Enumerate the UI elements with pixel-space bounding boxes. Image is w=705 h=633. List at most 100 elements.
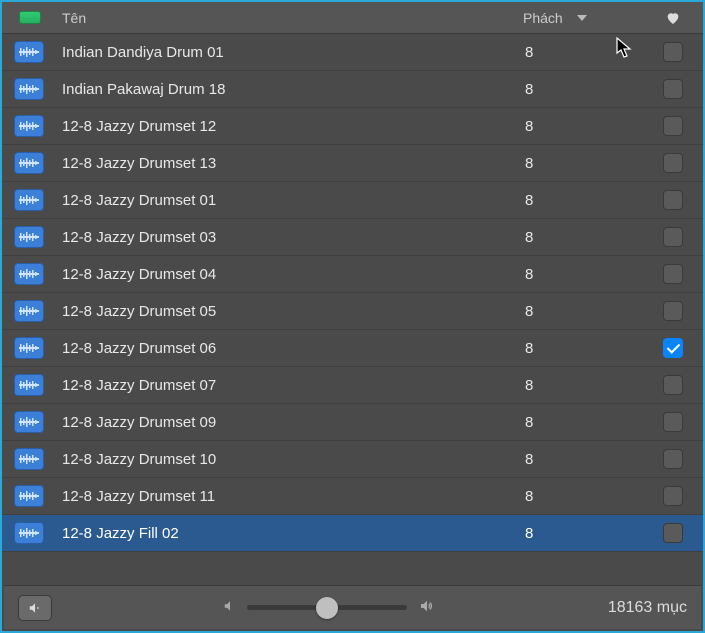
loop-name: 12-8 Jazzy Fill 02 [58, 525, 523, 542]
loop-name: 12-8 Jazzy Drumset 07 [58, 377, 523, 394]
loop-beats: 8 [523, 488, 643, 505]
loop-beats: 8 [523, 155, 643, 172]
volume-control [64, 598, 596, 618]
table-row[interactable]: 12-8 Jazzy Drumset 108 [2, 441, 703, 478]
favorite-checkbox[interactable] [663, 301, 683, 321]
favorite-cell[interactable] [643, 338, 703, 358]
favorite-cell[interactable] [643, 227, 703, 247]
loop-name: 12-8 Jazzy Drumset 03 [58, 229, 523, 246]
favorite-checkbox[interactable] [663, 412, 683, 432]
loop-name: 12-8 Jazzy Drumset 09 [58, 414, 523, 431]
speaker-large-icon [417, 598, 437, 618]
audio-loop-icon [14, 226, 44, 248]
loop-type-cell [2, 115, 58, 137]
preview-button[interactable] [18, 595, 52, 621]
favorite-checkbox[interactable] [663, 227, 683, 247]
table-row[interactable]: 12-8 Jazzy Drumset 068 [2, 330, 703, 367]
volume-slider[interactable] [247, 605, 407, 610]
loop-beats: 8 [523, 414, 643, 431]
view-indicator[interactable] [2, 11, 58, 24]
favorite-cell[interactable] [643, 523, 703, 543]
favorite-cell[interactable] [643, 42, 703, 62]
table-row[interactable]: 12-8 Jazzy Drumset 098 [2, 404, 703, 441]
favorite-checkbox[interactable] [663, 190, 683, 210]
loop-type-cell [2, 152, 58, 174]
table-row[interactable]: 12-8 Jazzy Fill 028 [2, 515, 703, 552]
footer-bar: 18163 mục [4, 585, 701, 629]
table-row[interactable]: 12-8 Jazzy Drumset 138 [2, 145, 703, 182]
favorite-checkbox[interactable] [663, 79, 683, 99]
loop-type-cell [2, 485, 58, 507]
favorite-cell[interactable] [643, 301, 703, 321]
audio-loop-icon [14, 263, 44, 285]
favorite-cell[interactable] [643, 486, 703, 506]
column-header-beats-label: Phách [523, 10, 563, 26]
loop-name: Indian Dandiya Drum 01 [58, 44, 523, 61]
volume-slider-thumb[interactable] [316, 597, 338, 619]
loop-type-cell [2, 411, 58, 433]
loop-type-cell [2, 300, 58, 322]
favorite-checkbox[interactable] [663, 116, 683, 136]
loop-type-cell [2, 41, 58, 63]
favorite-checkbox[interactable] [663, 523, 683, 543]
favorite-checkbox[interactable] [663, 153, 683, 173]
column-header-favorite[interactable] [643, 10, 703, 26]
table-row[interactable]: 12-8 Jazzy Drumset 048 [2, 256, 703, 293]
loop-beats: 8 [523, 303, 643, 320]
favorite-checkbox[interactable] [663, 264, 683, 284]
column-header-beats[interactable]: Phách [523, 10, 643, 26]
loop-beats: 8 [523, 451, 643, 468]
loop-name: 12-8 Jazzy Drumset 13 [58, 155, 523, 172]
chevron-down-icon [577, 15, 587, 21]
loop-beats: 8 [523, 266, 643, 283]
loop-type-cell [2, 522, 58, 544]
table-row[interactable]: 12-8 Jazzy Drumset 018 [2, 182, 703, 219]
favorite-checkbox[interactable] [663, 449, 683, 469]
favorite-checkbox[interactable] [663, 375, 683, 395]
view-indicator-pill [19, 11, 41, 24]
loop-type-cell [2, 448, 58, 470]
favorite-cell[interactable] [643, 375, 703, 395]
item-count: 18163 mục [608, 599, 687, 617]
audio-loop-icon [14, 485, 44, 507]
column-header-row: Tên Phách [2, 2, 703, 34]
favorite-checkbox[interactable] [663, 42, 683, 62]
loop-list[interactable]: Indian Dandiya Drum 018Indian Pakawaj Dr… [2, 34, 703, 587]
heart-icon [665, 10, 681, 26]
favorite-cell[interactable] [643, 412, 703, 432]
loop-beats: 8 [523, 340, 643, 357]
loop-type-cell [2, 189, 58, 211]
audio-loop-icon [14, 522, 44, 544]
loop-type-cell [2, 374, 58, 396]
favorite-cell[interactable] [643, 264, 703, 284]
favorite-checkbox[interactable] [663, 338, 683, 358]
loop-name: 12-8 Jazzy Drumset 11 [58, 488, 523, 505]
table-row[interactable]: 12-8 Jazzy Drumset 128 [2, 108, 703, 145]
audio-loop-icon [14, 189, 44, 211]
favorite-cell[interactable] [643, 116, 703, 136]
loop-beats: 8 [523, 81, 643, 98]
favorite-checkbox[interactable] [663, 486, 683, 506]
loop-name: Indian Pakawaj Drum 18 [58, 81, 523, 98]
table-row[interactable]: Indian Pakawaj Drum 188 [2, 71, 703, 108]
loop-name: 12-8 Jazzy Drumset 05 [58, 303, 523, 320]
favorite-cell[interactable] [643, 79, 703, 99]
audio-loop-icon [14, 337, 44, 359]
audio-loop-icon [14, 448, 44, 470]
loop-beats: 8 [523, 118, 643, 135]
table-row[interactable]: 12-8 Jazzy Drumset 078 [2, 367, 703, 404]
loop-type-cell [2, 263, 58, 285]
table-row[interactable]: 12-8 Jazzy Drumset 058 [2, 293, 703, 330]
favorite-cell[interactable] [643, 449, 703, 469]
favorite-cell[interactable] [643, 153, 703, 173]
column-header-name[interactable]: Tên [58, 10, 523, 26]
loop-type-cell [2, 337, 58, 359]
loop-beats: 8 [523, 377, 643, 394]
loop-name: 12-8 Jazzy Drumset 01 [58, 192, 523, 209]
audio-loop-icon [14, 41, 44, 63]
table-row[interactable]: Indian Dandiya Drum 018 [2, 34, 703, 71]
favorite-cell[interactable] [643, 190, 703, 210]
table-row[interactable]: 12-8 Jazzy Drumset 118 [2, 478, 703, 515]
table-row[interactable]: 12-8 Jazzy Drumset 038 [2, 219, 703, 256]
audio-loop-icon [14, 411, 44, 433]
